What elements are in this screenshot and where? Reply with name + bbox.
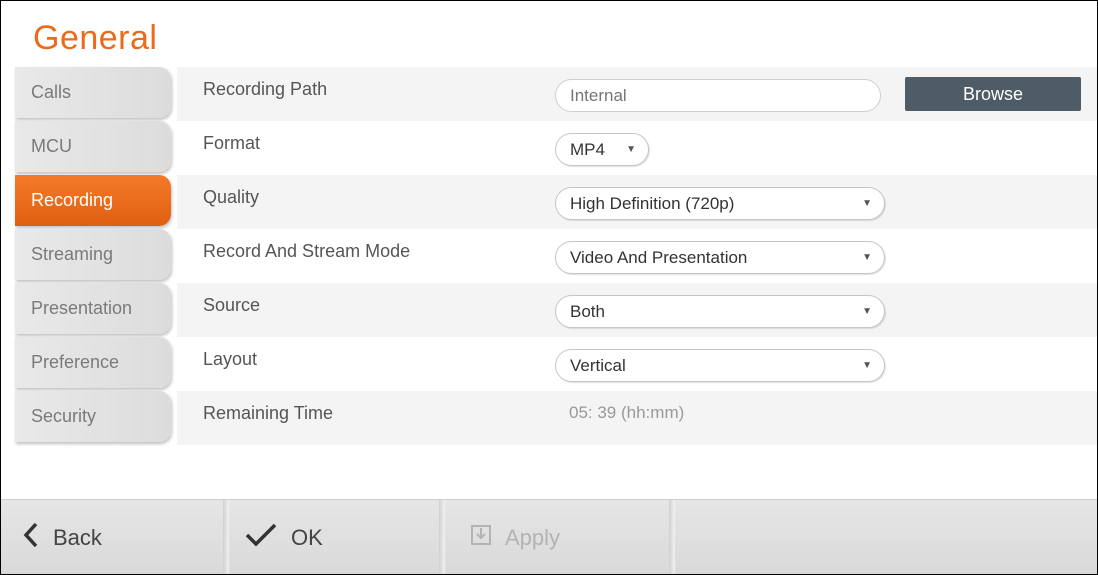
sidebar-item-streaming[interactable]: Streaming: [15, 229, 171, 280]
chevron-left-icon: [23, 522, 39, 554]
chevron-down-icon: ▼: [862, 306, 872, 317]
ok-label: OK: [291, 524, 323, 550]
quality-value: High Definition (720p): [570, 194, 735, 213]
layout-value: Vertical: [570, 356, 626, 375]
back-button[interactable]: Back: [23, 500, 213, 574]
sidebar-item-security[interactable]: Security: [15, 391, 171, 442]
footer-divider: [669, 500, 675, 574]
settings-window: General Calls MCU Recording Streaming Pr…: [0, 0, 1098, 575]
quality-select[interactable]: High Definition (720p) ▼: [555, 187, 885, 220]
quality-row: Quality High Definition (720p) ▼: [177, 175, 1097, 229]
source-row: Source Both ▼: [177, 283, 1097, 337]
sidebar-item-recording[interactable]: Recording: [15, 175, 171, 226]
apply-icon: [471, 524, 491, 551]
source-select[interactable]: Both ▼: [555, 295, 885, 328]
footer-toolbar: Back OK Apply: [1, 499, 1097, 574]
record-stream-mode-label: Record And Stream Mode: [203, 241, 411, 261]
remaining-time-label: Remaining Time: [203, 403, 334, 423]
source-label: Source: [203, 295, 261, 315]
chevron-down-icon: ▼: [626, 144, 636, 155]
record-stream-mode-select[interactable]: Video And Presentation ▼: [555, 241, 885, 274]
format-select[interactable]: MP4 ▼: [555, 133, 649, 166]
record-stream-mode-row: Record And Stream Mode Video And Present…: [177, 229, 1097, 283]
checkmark-icon: [245, 523, 277, 553]
chevron-down-icon: ▼: [862, 198, 872, 209]
apply-button[interactable]: Apply: [471, 500, 661, 574]
format-row: Format MP4 ▼: [177, 121, 1097, 175]
remaining-time-row: Remaining Time 05: 39 (hh:mm): [177, 391, 1097, 445]
sidebar-item-preference[interactable]: Preference: [15, 337, 171, 388]
settings-panel: Recording Path Browse Format MP4 ▼ Quali…: [177, 67, 1097, 499]
remaining-time-value: 05: 39 (hh:mm): [569, 403, 685, 422]
ok-button[interactable]: OK: [245, 500, 435, 574]
layout-select[interactable]: Vertical ▼: [555, 349, 885, 382]
recording-path-label: Recording Path: [203, 79, 328, 99]
layout-label: Layout: [203, 349, 258, 369]
chevron-down-icon: ▼: [862, 360, 872, 371]
recording-path-row: Recording Path Browse: [177, 67, 1097, 121]
format-value: MP4: [570, 140, 605, 159]
layout-row: Layout Vertical ▼: [177, 337, 1097, 391]
format-label: Format: [203, 133, 261, 153]
back-label: Back: [53, 524, 102, 550]
recording-path-input[interactable]: [555, 79, 881, 112]
chevron-down-icon: ▼: [862, 252, 872, 263]
quality-label: Quality: [203, 187, 260, 207]
record-stream-mode-value: Video And Presentation: [570, 248, 748, 267]
sidebar-item-calls[interactable]: Calls: [15, 67, 171, 118]
source-value: Both: [570, 302, 605, 321]
footer-divider: [439, 500, 445, 574]
sidebar-item-presentation[interactable]: Presentation: [15, 283, 171, 334]
page-title: General: [33, 19, 158, 57]
sidebar-item-mcu[interactable]: MCU: [15, 121, 171, 172]
footer-divider: [223, 500, 229, 574]
sidebar: Calls MCU Recording Streaming Presentati…: [15, 67, 171, 445]
apply-label: Apply: [505, 524, 561, 550]
browse-button[interactable]: Browse: [905, 77, 1081, 111]
